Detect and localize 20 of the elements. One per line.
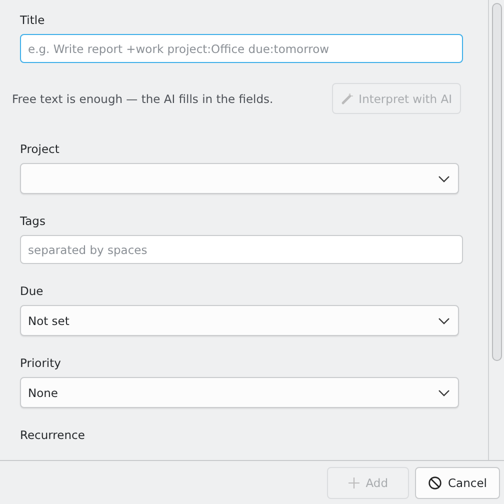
field-label: Tags — [20, 214, 46, 229]
text-field[interactable]: e.g. Write report +work project:Office due:tomorrow — [20, 34, 463, 63]
field-label: Priority — [20, 356, 62, 371]
field-label: Due — [20, 284, 44, 299]
dropdown[interactable]: Not set — [20, 305, 459, 336]
hint-text: Free text is enough — the AI fills in the fields. — [12, 92, 274, 106]
field-label: Project — [20, 142, 60, 157]
chevron-down-icon — [438, 388, 450, 396]
chevron-down-icon — [438, 316, 450, 324]
dropdown[interactable]: None — [20, 377, 459, 408]
text-field[interactable]: separated by spaces — [20, 235, 463, 264]
wand-icon — [340, 92, 353, 104]
cancel-button[interactable]: Cancel — [415, 467, 500, 499]
chevron-down-icon — [438, 174, 450, 182]
cancel-icon — [428, 476, 442, 490]
plus-icon — [348, 477, 360, 489]
dropdown[interactable] — [20, 163, 459, 194]
field-label: Recurrence — [20, 428, 86, 443]
scrollbar-thumb[interactable] — [492, 3, 502, 361]
field-label: Title — [20, 13, 46, 28]
